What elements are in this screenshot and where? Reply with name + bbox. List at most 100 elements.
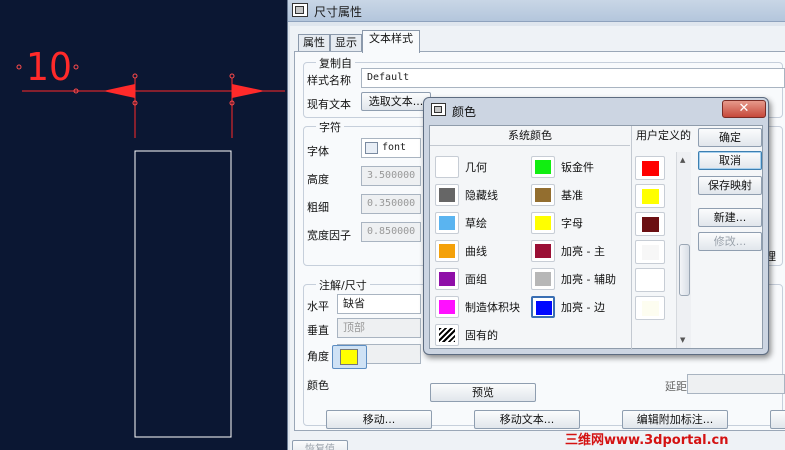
system-color-label: 面组 xyxy=(465,273,487,286)
modify-color-button[interactable]: 修改... xyxy=(698,232,762,251)
dialog-titlebar[interactable]: 尺寸属性 xyxy=(288,0,785,22)
arrowhead-left xyxy=(103,84,135,98)
cad-drawing: 10 xyxy=(16,45,285,438)
system-color-item[interactable]: 加亮 - 辅助 xyxy=(528,266,624,292)
note-dimension-title: 注解/尺寸 xyxy=(316,277,370,293)
dimension-text[interactable]: 10 xyxy=(26,45,72,89)
system-color-label: 基准 xyxy=(561,189,583,202)
system-color-label: 加亮 - 边 xyxy=(561,301,605,314)
partial-label: 延距 xyxy=(665,380,687,393)
user-color-list xyxy=(635,154,673,350)
arrowhead-right xyxy=(232,84,265,98)
preview-button[interactable]: 预览 xyxy=(430,383,536,402)
tab-properties[interactable]: 属性 xyxy=(298,34,330,52)
system-color-label: 钣金件 xyxy=(561,161,594,174)
height-label: 高度 xyxy=(307,173,329,186)
node-marker xyxy=(132,73,138,79)
node-marker xyxy=(73,64,79,70)
color-swatch xyxy=(435,324,459,346)
color-swatch xyxy=(531,212,555,234)
partial-field[interactable] xyxy=(687,374,785,394)
move-button[interactable]: 移动... xyxy=(326,410,432,429)
system-color-label: 几何 xyxy=(465,161,487,174)
system-color-label: 固有的 xyxy=(465,329,498,342)
font-label: 字体 xyxy=(307,145,329,158)
dialog-title: 尺寸属性 xyxy=(314,5,363,19)
cancel-button[interactable]: 取消 xyxy=(698,151,762,170)
scroll-down-icon[interactable]: ▼ xyxy=(680,336,685,344)
copy-from-title: 复制自 xyxy=(316,55,355,71)
system-color-item[interactable]: 面组 xyxy=(432,266,528,292)
system-colors-header: 系统颜色 xyxy=(430,126,630,146)
system-color-item[interactable]: 草绘 xyxy=(432,210,528,236)
move-text-button[interactable]: 移动文本... xyxy=(474,410,580,429)
close-button[interactable]: ✕ xyxy=(722,100,766,118)
style-name-field[interactable]: Default xyxy=(361,68,785,88)
system-color-item[interactable]: 加亮 - 边 xyxy=(528,294,624,320)
part-outline xyxy=(134,150,232,438)
user-color-swatch[interactable] xyxy=(635,240,665,264)
width-factor-field[interactable]: 0.850000 xyxy=(361,222,421,242)
characters-title: 字符 xyxy=(316,119,344,135)
system-color-item[interactable]: 曲线 xyxy=(432,238,528,264)
system-color-label: 字母 xyxy=(561,217,583,230)
restore-button[interactable]: 恢复值 xyxy=(292,440,348,450)
system-color-item[interactable]: 加亮 - 主 xyxy=(528,238,624,264)
height-field[interactable]: 3.500000 xyxy=(361,166,421,186)
system-color-item[interactable]: 隐藏线 xyxy=(432,182,528,208)
node-marker xyxy=(229,73,235,79)
system-color-label: 草绘 xyxy=(465,217,487,230)
angle-label: 角度 xyxy=(307,350,329,363)
color-swatch xyxy=(531,296,555,318)
system-color-label: 加亮 - 辅助 xyxy=(561,273,616,286)
select-text-button[interactable]: 选取文本... xyxy=(361,92,431,111)
system-color-item[interactable]: 制造体积块 xyxy=(432,294,528,320)
user-defined-header: 用户定义的 xyxy=(631,126,695,146)
user-color-swatch[interactable] xyxy=(635,212,665,236)
user-color-swatch[interactable] xyxy=(635,296,665,320)
existing-text-label: 现有文本 xyxy=(307,98,351,111)
color-label: 颜色 xyxy=(307,379,329,392)
tab-text-style[interactable]: 文本样式 xyxy=(362,30,420,53)
ok-button[interactable]: 确定 xyxy=(698,128,762,147)
font-field[interactable]: font xyxy=(361,138,421,158)
scroll-up-icon[interactable]: ▲ xyxy=(680,156,685,164)
color-picker-button[interactable] xyxy=(332,345,367,369)
app-window-icon xyxy=(292,3,308,17)
font-value: font xyxy=(382,142,407,153)
user-color-swatch[interactable] xyxy=(635,184,665,208)
system-color-item[interactable]: 几何 xyxy=(432,154,528,180)
save-map-button[interactable]: 保存映射 xyxy=(698,176,762,195)
thickness-field[interactable]: 0.350000 xyxy=(361,194,421,214)
system-color-item[interactable]: 固有的 xyxy=(432,322,528,348)
column-divider xyxy=(631,146,632,350)
color-dialog-content: 系统颜色 用户定义的 几何 钣金件 隐藏线 基准 草绘 字母 曲线 加亮 - 主… xyxy=(429,125,763,350)
vertical-label: 垂直 xyxy=(307,324,329,337)
color-swatch xyxy=(531,184,555,206)
cad-canvas[interactable]: 10 xyxy=(0,0,287,450)
horizontal-select[interactable]: 缺省 xyxy=(337,294,421,314)
system-color-label: 加亮 - 主 xyxy=(561,245,605,258)
color-swatch xyxy=(435,296,459,318)
scroll-thumb[interactable] xyxy=(679,244,690,296)
color-dialog: 颜色 ✕ 系统颜色 用户定义的 几何 钣金件 隐藏线 基准 草绘 字母 曲线 加… xyxy=(423,97,769,355)
system-color-item[interactable]: 字母 xyxy=(528,210,624,236)
close-icon: ✕ xyxy=(738,101,750,116)
new-color-button[interactable]: 新建... xyxy=(698,208,762,227)
color-swatch xyxy=(435,212,459,234)
width-factor-label: 宽度因子 xyxy=(307,229,351,242)
system-color-item[interactable]: 基准 xyxy=(528,182,624,208)
color-swatch xyxy=(435,156,459,178)
cut-off-button[interactable] xyxy=(770,410,785,429)
system-color-item[interactable]: 钣金件 xyxy=(528,154,624,180)
style-name-label: 样式名称 xyxy=(307,74,351,87)
edit-attach-button[interactable]: 编辑附加标注... xyxy=(622,410,728,429)
vertical-select[interactable]: 顶部 xyxy=(337,318,421,338)
app-window-icon xyxy=(431,103,446,116)
user-color-swatch[interactable] xyxy=(635,268,665,292)
thickness-label: 粗细 xyxy=(307,201,329,214)
user-color-swatch[interactable] xyxy=(635,156,665,180)
tab-display[interactable]: 显示 xyxy=(330,34,362,52)
color-dialog-titlebar[interactable]: 颜色 ✕ xyxy=(428,100,766,120)
user-color-scrollbar[interactable]: ▲ ▼ xyxy=(676,152,691,348)
